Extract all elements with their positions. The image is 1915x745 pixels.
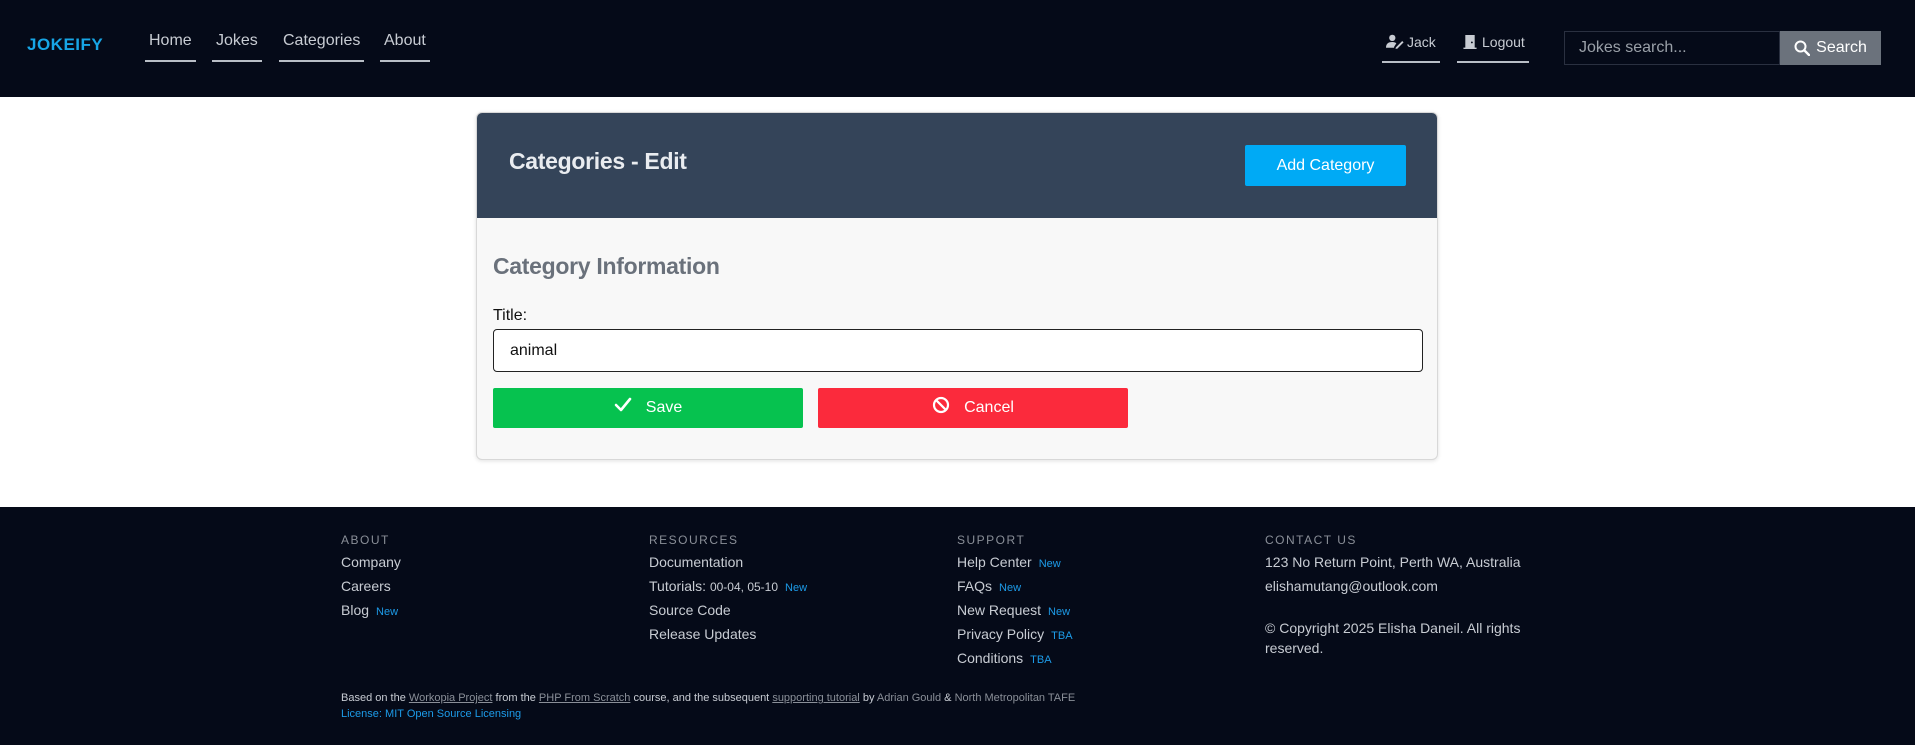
- nav-link-about[interactable]: About: [380, 32, 430, 62]
- save-label: Save: [645, 399, 683, 416]
- license-link[interactable]: License: MIT Open Source Licensing: [341, 708, 521, 720]
- credits-author: Adrian Gould: [876, 692, 942, 704]
- new-badge: New: [376, 606, 399, 618]
- footer-about-column: ABOUT Company Careers Blog New: [341, 533, 631, 626]
- footer: ABOUT Company Careers Blog New RESOURCES …: [0, 507, 1915, 745]
- user-profile-link[interactable]: Jack: [1382, 34, 1440, 63]
- brand-logo[interactable]: JOKEIFY: [27, 35, 103, 55]
- tutorials-label: Tutorials:: [649, 578, 707, 594]
- footer-contact-heading: CONTACT US: [1265, 533, 1357, 547]
- logout-label: Logout: [1482, 34, 1525, 50]
- credits-text: &: [941, 692, 955, 704]
- check-icon: [614, 397, 632, 412]
- conditions-label: Conditions: [957, 650, 1024, 666]
- title-input[interactable]: [493, 329, 1423, 372]
- contact-email[interactable]: elishamutang@outlook.com: [1265, 578, 1555, 602]
- footer-link-release-updates[interactable]: Release Updates: [649, 626, 939, 650]
- footer-link-help-center[interactable]: Help Center New: [957, 554, 1247, 578]
- privacy-policy-label: Privacy Policy: [957, 626, 1045, 642]
- workopia-project-link[interactable]: Workopia Project: [409, 692, 493, 704]
- credits-org: North Metropolitan TAFE: [954, 692, 1076, 704]
- card-header: Categories - Edit Add Category: [477, 113, 1437, 218]
- credits-text: by: [859, 692, 877, 704]
- footer-support-column: SUPPORT Help Center New FAQs New New Reque…: [957, 533, 1247, 674]
- footer-resources-column: RESOURCES Documentation Tutorials: 00-04…: [649, 533, 939, 650]
- footer-link-careers[interactable]: Careers: [341, 578, 631, 602]
- new-badge: New: [999, 582, 1022, 594]
- credits-text: from the: [492, 692, 539, 704]
- credits-line: Based on the Workopia Project from the P…: [341, 692, 1075, 704]
- user-edit-icon: [1386, 34, 1404, 49]
- new-request-label: New Request: [957, 602, 1042, 618]
- add-category-button[interactable]: Add Category: [1245, 145, 1406, 186]
- contact-address: 123 No Return Point, Perth WA, Australia: [1265, 554, 1521, 570]
- footer-link-faqs[interactable]: FAQs New: [957, 578, 1247, 602]
- footer-link-new-request[interactable]: New Request New: [957, 602, 1247, 626]
- search-button[interactable]: Search: [1780, 31, 1881, 65]
- footer-link-blog[interactable]: Blog New: [341, 602, 631, 626]
- help-center-label: Help Center: [957, 554, 1032, 570]
- copyright-text: © Copyright 2025 Elisha Daneil. All righ…: [1265, 620, 1521, 656]
- navbar: JOKEIFY Home Jokes Categories About Jack…: [0, 0, 1915, 97]
- cancel-label: Cancel: [964, 399, 1014, 416]
- footer-contact-column: CONTACT US 123 No Return Point, Perth WA…: [1265, 533, 1555, 658]
- door-icon: [1463, 34, 1477, 49]
- footer-link-conditions[interactable]: Conditions TBA: [957, 650, 1247, 674]
- footer-link-blog-label: Blog: [341, 602, 370, 618]
- ban-icon: [932, 396, 950, 414]
- supporting-tutorial-link[interactable]: supporting tutorial: [772, 692, 859, 704]
- save-button[interactable]: Save: [493, 388, 803, 428]
- new-badge: New: [785, 582, 808, 594]
- edit-category-card: Categories - Edit Add Category Category …: [476, 112, 1438, 460]
- footer-link-company[interactable]: Company: [341, 554, 631, 578]
- nav-link-categories[interactable]: Categories: [279, 32, 365, 62]
- tba-badge: TBA: [1030, 654, 1052, 666]
- user-name: Jack: [1407, 34, 1436, 50]
- footer-link-source-code[interactable]: Source Code: [649, 602, 939, 626]
- search-input[interactable]: [1564, 31, 1780, 65]
- search-button-label: Search: [1816, 39, 1867, 56]
- credits-text: Based on the: [341, 692, 409, 704]
- new-badge: New: [1038, 558, 1061, 570]
- section-title: Category Information: [493, 253, 720, 279]
- title-label: Title:: [493, 307, 528, 324]
- footer-support-heading: SUPPORT: [957, 533, 1026, 547]
- credits-text: course, and the subsequent: [630, 692, 773, 704]
- footer-resources-heading: RESOURCES: [649, 533, 739, 547]
- footer-about-heading: ABOUT: [341, 533, 390, 547]
- nav-link-jokes[interactable]: Jokes: [212, 32, 262, 62]
- tutorials-detail: 00-04, 05-10: [709, 580, 779, 594]
- faqs-label: FAQs: [957, 578, 993, 594]
- nav-link-home[interactable]: Home: [145, 32, 196, 62]
- page-title: Categories - Edit: [509, 148, 687, 174]
- footer-link-tutorials[interactable]: Tutorials: 00-04, 05-10 New: [649, 578, 939, 602]
- cancel-button[interactable]: Cancel: [818, 388, 1128, 428]
- footer-link-privacy-policy[interactable]: Privacy Policy TBA: [957, 626, 1247, 650]
- tba-badge: TBA: [1051, 630, 1073, 642]
- logout-link[interactable]: Logout: [1457, 34, 1529, 63]
- footer-link-documentation[interactable]: Documentation: [649, 554, 939, 578]
- search-icon: [1794, 40, 1811, 56]
- php-from-scratch-link[interactable]: PHP From Scratch: [539, 692, 631, 704]
- new-badge: New: [1048, 606, 1071, 618]
